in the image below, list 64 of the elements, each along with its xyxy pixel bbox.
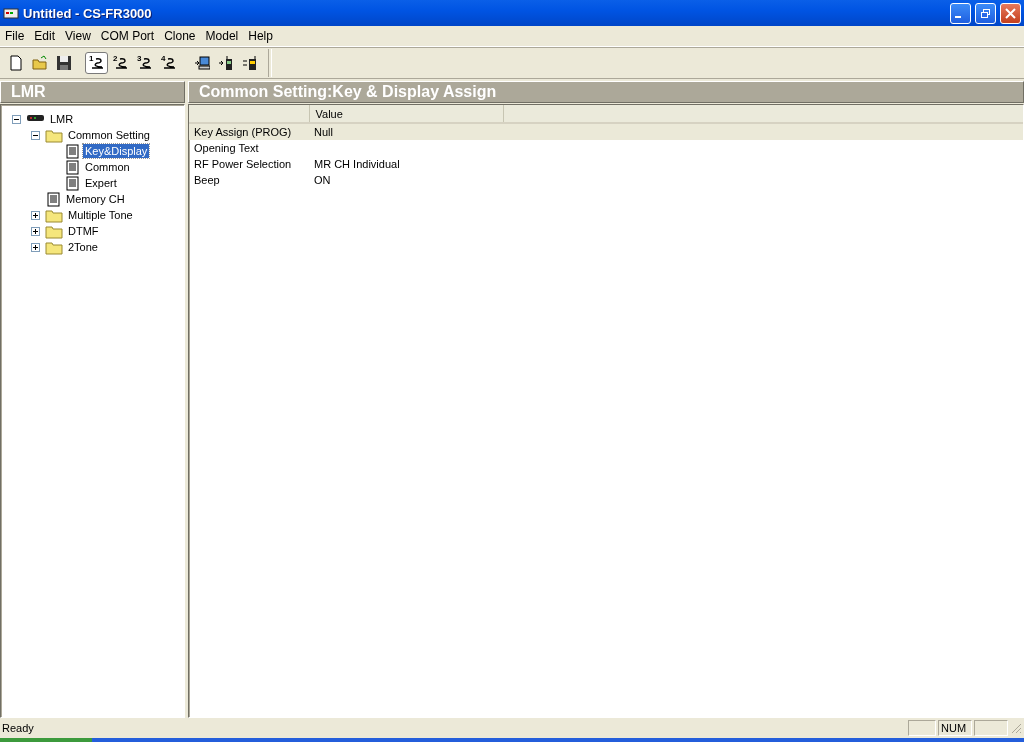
page-icon — [64, 143, 80, 159]
restore-button[interactable] — [975, 2, 996, 24]
expand-icon[interactable] — [31, 242, 40, 252]
status-text: Ready — [2, 722, 35, 734]
menu-item[interactable]: COM Port — [95, 29, 160, 43]
pane-header: LMR — [0, 81, 185, 103]
port-number: 2 — [113, 54, 118, 63]
document-icon — [7, 55, 24, 71]
menu-item[interactable]: View — [60, 29, 96, 43]
restore-icon — [981, 8, 990, 18]
property-name[interactable]: Beep — [189, 172, 309, 188]
tree-item[interactable]: Common Setting — [66, 128, 152, 142]
minimize-button[interactable] — [950, 2, 971, 24]
status-panel — [974, 720, 1008, 736]
tree-item[interactable]: 2Tone — [66, 240, 100, 254]
tree-item[interactable]: Expert — [83, 176, 119, 190]
app-icon — [3, 6, 19, 20]
minimize-icon — [955, 15, 961, 18]
menu-item[interactable]: File — [0, 29, 30, 43]
folder-icon — [31, 55, 48, 71]
tree-item[interactable]: Common — [83, 160, 132, 174]
toolbar-button[interactable]: 4 — [157, 52, 180, 74]
property-name[interactable]: Opening Text — [189, 140, 309, 156]
tree-item[interactable]: Memory CH — [64, 192, 127, 206]
tree-item[interactable]: Multiple Tone — [66, 208, 135, 222]
resize-grip-icon — [1010, 722, 1022, 734]
computer-icon — [193, 55, 210, 71]
expand-icon[interactable] — [31, 210, 40, 220]
collapse-icon[interactable] — [12, 114, 21, 124]
tree-item[interactable]: LMR — [48, 112, 76, 126]
column-header[interactable]: Value — [309, 105, 503, 123]
port-number: 1 — [89, 54, 94, 63]
pane-header: Common Setting:Key & Display Assign — [188, 81, 1024, 103]
toolbar-button[interactable]: 3 — [133, 52, 156, 74]
property-value[interactable]: ON — [314, 174, 331, 186]
expand-icon[interactable] — [31, 226, 40, 236]
property-value[interactable]: Null — [314, 126, 333, 138]
collapse-icon[interactable] — [31, 130, 40, 140]
page-icon — [64, 159, 80, 175]
tree-item[interactable]: Key&Display — [83, 144, 150, 158]
toolbar-button[interactable]: 2 — [109, 52, 132, 74]
port-number: 4 — [161, 54, 166, 63]
property-value[interactable]: MR CH Individual — [314, 158, 400, 170]
menu-item[interactable]: Clone — [159, 29, 201, 43]
folder-icon — [45, 223, 63, 239]
folder-icon — [45, 127, 63, 143]
port-number: 3 — [137, 54, 142, 63]
close-icon — [1005, 7, 1016, 19]
page-icon — [45, 191, 61, 207]
folder-icon — [45, 239, 63, 255]
window-title: Untitled - CS-FR3000 — [23, 5, 153, 21]
radio-icon — [241, 55, 258, 71]
menu-item[interactable]: Help — [243, 29, 278, 43]
menu-item[interactable]: Model — [200, 29, 244, 43]
status-panel: NUM — [938, 720, 972, 736]
status-panel — [908, 720, 936, 736]
toolbar-button[interactable]: 1 — [85, 52, 108, 74]
tree-item[interactable]: DTMF — [66, 224, 101, 238]
close-button[interactable] — [1000, 2, 1021, 24]
folder-icon — [45, 207, 63, 223]
property-name[interactable]: RF Power Selection — [189, 156, 309, 172]
page-icon — [64, 175, 80, 191]
radio-icon — [217, 55, 234, 71]
menu-item[interactable]: Edit — [29, 29, 61, 43]
